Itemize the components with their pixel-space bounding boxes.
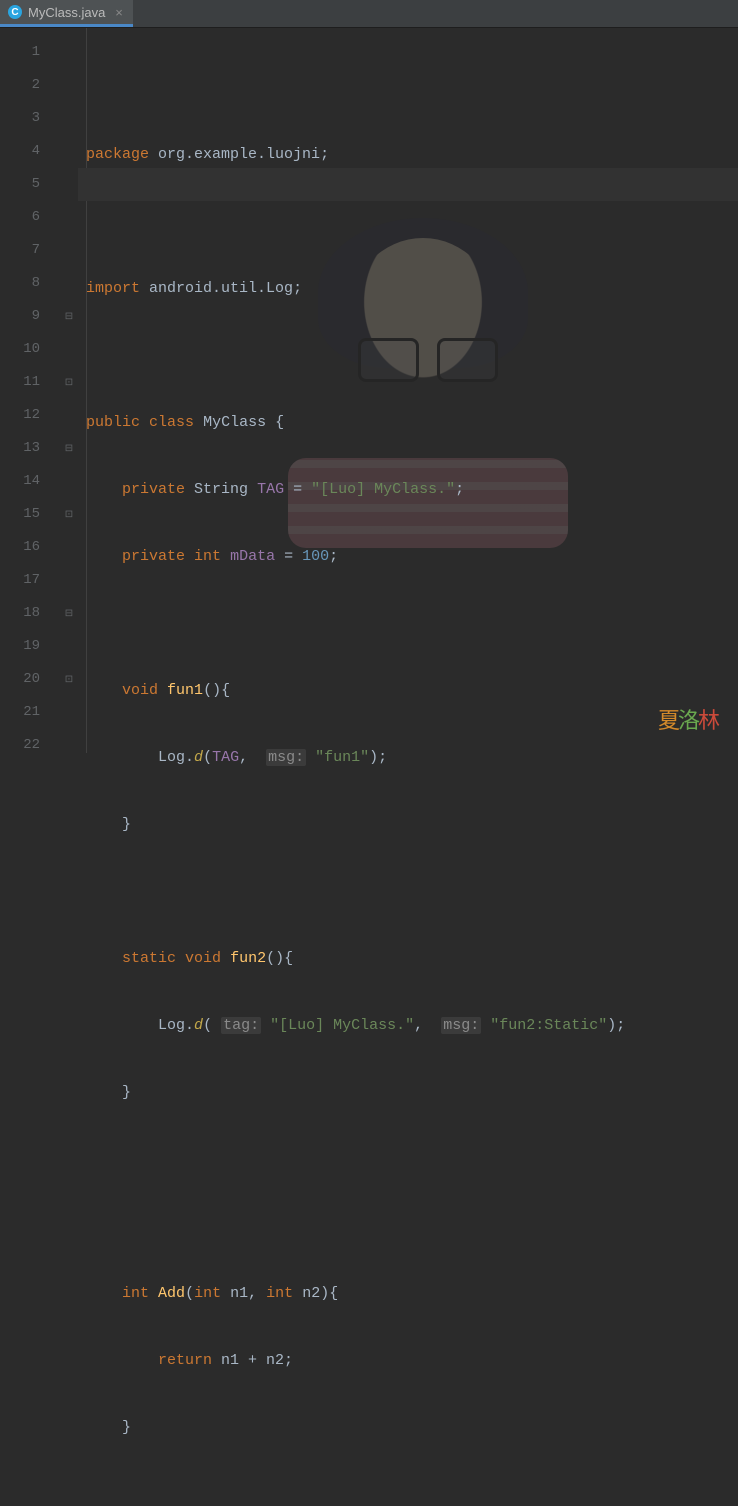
- line-number-gutter: 1 2 3 4 5 6 7 8 9 10 11 12 13 14 15 16 1…: [0, 28, 60, 753]
- code-line[interactable]: public class MyClass {: [86, 406, 738, 439]
- line-number: 12: [0, 399, 40, 432]
- code-line[interactable]: Log.d( tag: "[Luo] MyClass.", msg: "fun2…: [86, 1009, 738, 1042]
- tab-filename: MyClass.java: [28, 5, 105, 20]
- fold-marker-icon[interactable]: ⊡: [60, 663, 78, 696]
- fold-marker-icon[interactable]: ⊟: [60, 597, 78, 630]
- line-number: 4: [0, 135, 40, 168]
- line-number: 3: [0, 102, 40, 135]
- code-line[interactable]: Log.d(TAG, msg: "fun1");: [86, 741, 738, 774]
- code-line[interactable]: [86, 1210, 738, 1243]
- line-number: 7: [0, 234, 40, 267]
- tab-bar: C MyClass.java ×: [0, 0, 738, 28]
- close-icon[interactable]: ×: [115, 5, 123, 20]
- line-number: 14: [0, 465, 40, 498]
- code-line[interactable]: static void fun2(){: [86, 942, 738, 975]
- code-line[interactable]: import android.util.Log;: [86, 272, 738, 305]
- line-number: 8: [0, 267, 40, 300]
- code-line[interactable]: package org.example.luojni;: [86, 138, 738, 171]
- code-line[interactable]: private String TAG = "[Luo] MyClass.";: [86, 473, 738, 506]
- code-line[interactable]: [86, 1478, 738, 1506]
- code-line[interactable]: int Add(int n1, int n2){: [86, 1277, 738, 1310]
- current-line-highlight: [78, 168, 738, 201]
- code-line[interactable]: }: [86, 1411, 738, 1444]
- java-file-icon: C: [8, 5, 22, 19]
- editor[interactable]: 1 2 3 4 5 6 7 8 9 10 11 12 13 14 15 16 1…: [0, 28, 738, 753]
- line-number: 22: [0, 729, 40, 762]
- file-tab[interactable]: C MyClass.java ×: [0, 0, 133, 27]
- param-hint: msg:: [266, 749, 306, 766]
- line-number: 2: [0, 69, 40, 102]
- line-number: 19: [0, 630, 40, 663]
- code-line[interactable]: [86, 607, 738, 640]
- line-number: 1: [0, 36, 40, 69]
- code-line[interactable]: [86, 205, 738, 238]
- line-number: 5: [0, 168, 40, 201]
- line-number: 21: [0, 696, 40, 729]
- code-line[interactable]: [86, 875, 738, 908]
- line-number: 20: [0, 663, 40, 696]
- param-hint: msg:: [441, 1017, 481, 1034]
- code-line[interactable]: [86, 339, 738, 372]
- code-area[interactable]: package org.example.luojni; import andro…: [78, 28, 738, 753]
- fold-marker-icon[interactable]: ⊟: [60, 300, 78, 333]
- line-number: 18: [0, 597, 40, 630]
- code-line[interactable]: return n1 + n2;: [86, 1344, 738, 1377]
- code-line[interactable]: private int mData = 100;: [86, 540, 738, 573]
- line-number: 13: [0, 432, 40, 465]
- line-number: 17: [0, 564, 40, 597]
- fold-marker-icon[interactable]: ⊡: [60, 366, 78, 399]
- line-number: 10: [0, 333, 40, 366]
- code-line[interactable]: [86, 1143, 738, 1176]
- fold-marker-icon[interactable]: ⊡: [60, 498, 78, 531]
- line-number: 9: [0, 300, 40, 333]
- line-number: 15: [0, 498, 40, 531]
- fold-marker-icon[interactable]: ⊟: [60, 432, 78, 465]
- line-number: 6: [0, 201, 40, 234]
- code-line[interactable]: }: [86, 808, 738, 841]
- line-number: 11: [0, 366, 40, 399]
- code-line[interactable]: }: [86, 1076, 738, 1109]
- fold-gutter: ⊟ ⊡ ⊟ ⊡ ⊟ ⊡: [60, 28, 78, 753]
- code-line[interactable]: void fun1(){: [86, 674, 738, 707]
- param-hint: tag:: [221, 1017, 261, 1034]
- line-number: 16: [0, 531, 40, 564]
